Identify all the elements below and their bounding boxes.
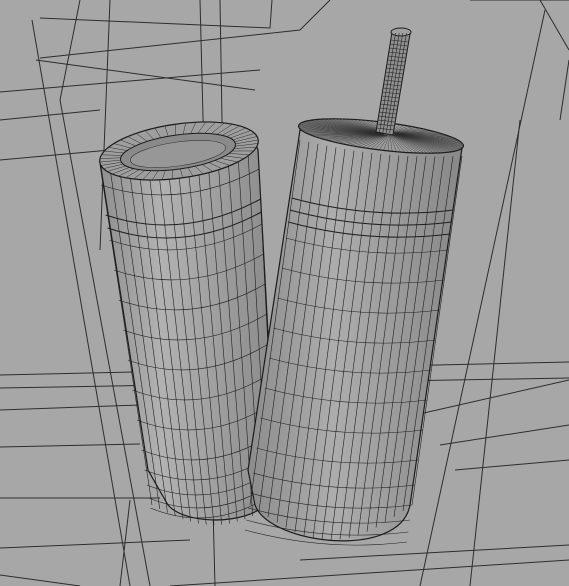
wireframe-render [0,0,569,586]
tall-tumbler-mesh [244,27,464,546]
3d-viewport[interactable] [0,0,569,586]
straw-mesh [375,27,412,136]
